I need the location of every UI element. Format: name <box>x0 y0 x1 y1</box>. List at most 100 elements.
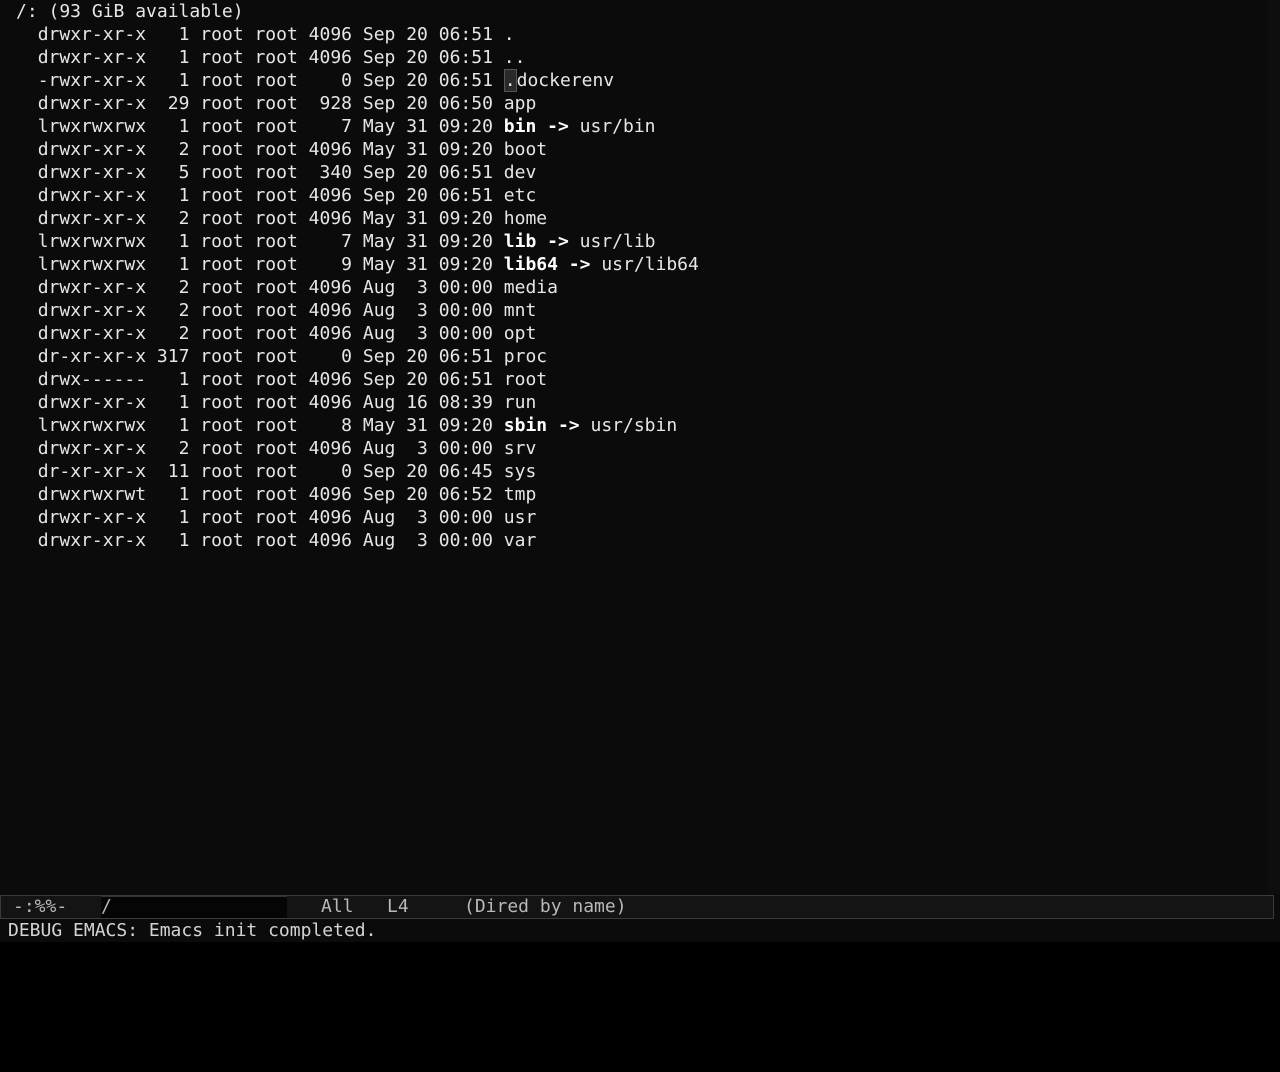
entry-size: 4096 <box>308 24 353 45</box>
entry-date: Sep 20 06:50 <box>362 93 493 114</box>
dired-entry[interactable]: lrwxrwxrwx 1 root root 9 May 31 09:20 li… <box>16 253 699 276</box>
entry-filename[interactable]: usr <box>504 507 537 528</box>
entry-filename[interactable]: .. <box>504 47 526 68</box>
entry-date: Aug 3 00:00 <box>362 300 493 321</box>
entry-filename[interactable]: tmp <box>504 484 537 505</box>
entry-filename[interactable]: .dockerenv <box>503 69 614 92</box>
entry-owner: root <box>200 139 244 160</box>
entry-date: Sep 20 06:51 <box>362 47 493 68</box>
entry-link-count: 1 <box>156 70 190 91</box>
entry-filename[interactable]: var <box>504 530 537 551</box>
entry-owner: root <box>200 530 244 551</box>
dired-entry[interactable]: drwx------ 1 root root 4096 Sep 20 06:51… <box>16 368 547 391</box>
dired-entry[interactable]: drwxr-xr-x 29 root root 928 Sep 20 06:50… <box>16 92 537 115</box>
entry-filename[interactable]: . <box>504 24 515 45</box>
frame-bottom-edge <box>0 942 1280 960</box>
entry-filename[interactable]: lib <box>504 231 537 252</box>
entry-filename[interactable]: proc <box>504 346 547 367</box>
entry-date: Aug 3 00:00 <box>362 277 493 298</box>
entry-filename[interactable]: etc <box>504 185 537 206</box>
dired-entry[interactable]: -rwxr-xr-x 1 root root 0 Sep 20 06:51 .d… <box>16 69 614 92</box>
entry-filename[interactable]: boot <box>504 139 547 160</box>
entry-size: 4096 <box>308 484 353 505</box>
symlink-arrow: -> <box>547 415 591 436</box>
entry-date: May 31 09:20 <box>362 116 493 137</box>
dired-entry[interactable]: drwxr-xr-x 2 root root 4096 Aug 3 00:00 … <box>16 299 537 322</box>
mode-line-buffer-segment[interactable] <box>101 896 287 918</box>
entry-size: 4096 <box>308 530 353 551</box>
entry-permissions: lrwxrwxrwx <box>37 254 147 275</box>
symlink-target: usr/lib <box>579 231 656 252</box>
entry-permissions: drwxr-xr-x <box>37 185 147 206</box>
entry-filename[interactable]: media <box>504 277 558 298</box>
entry-link-count: 29 <box>156 93 190 114</box>
entry-group: root <box>254 415 298 436</box>
dired-entry[interactable]: drwxr-xr-x 2 root root 4096 Aug 3 00:00 … <box>16 437 537 460</box>
entry-filename[interactable]: mnt <box>504 300 537 321</box>
dired-buffer[interactable]: /: (93 GiB available) drwxr-xr-x 1 root … <box>8 0 1268 894</box>
entry-owner: root <box>200 70 244 91</box>
dired-entry[interactable]: drwxr-xr-x 1 root root 4096 Aug 3 00:00 … <box>16 506 537 529</box>
entry-owner: root <box>200 346 244 367</box>
entry-filename[interactable]: run <box>504 392 537 413</box>
dired-entry[interactable]: dr-xr-xr-x 11 root root 0 Sep 20 06:45 s… <box>16 460 537 483</box>
entry-filename[interactable]: srv <box>504 438 537 459</box>
entry-link-count: 2 <box>156 438 190 459</box>
dired-entry[interactable]: dr-xr-xr-x 317 root root 0 Sep 20 06:51 … <box>16 345 547 368</box>
dired-entry[interactable]: drwxr-xr-x 2 root root 4096 May 31 09:20… <box>16 207 547 230</box>
entry-size: 0 <box>308 70 353 91</box>
entry-filename[interactable]: sbin <box>504 415 547 436</box>
entry-filename[interactable]: bin <box>504 116 537 137</box>
entry-size: 4096 <box>308 369 353 390</box>
entry-date: Aug 16 08:39 <box>362 392 493 413</box>
mode-line-major-mode[interactable]: (Dired by name) <box>464 896 627 918</box>
mode-line-status: -:%%- <box>13 896 68 917</box>
dired-entry[interactable]: lrwxrwxrwx 1 root root 8 May 31 09:20 sb… <box>16 414 678 437</box>
entry-link-count: 2 <box>156 323 190 344</box>
mode-line-buffer-name[interactable]: / <box>101 896 112 918</box>
dired-entry[interactable]: drwxr-xr-x 1 root root 4096 Aug 3 00:00 … <box>16 529 537 552</box>
entry-permissions: -rwxr-xr-x <box>37 70 147 91</box>
entry-owner: root <box>200 507 244 528</box>
dired-entry[interactable]: drwxr-xr-x 2 root root 4096 May 31 09:20… <box>16 138 547 161</box>
entry-permissions: drwxr-xr-x <box>37 530 147 551</box>
dired-entry[interactable]: drwxr-xr-x 2 root root 4096 Aug 3 00:00 … <box>16 322 537 345</box>
entry-filename[interactable]: lib64 <box>504 254 558 275</box>
dired-entry[interactable]: drwxrwxrwt 1 root root 4096 Sep 20 06:52… <box>16 483 537 506</box>
dired-entry[interactable]: drwxr-xr-x 1 root root 4096 Sep 20 06:51… <box>16 23 515 46</box>
entry-group: root <box>254 70 298 91</box>
emacs-frame: /: (93 GiB available) drwxr-xr-x 1 root … <box>0 0 1280 960</box>
entry-link-count: 1 <box>156 507 190 528</box>
dired-entry[interactable]: drwxr-xr-x 2 root root 4096 Aug 3 00:00 … <box>16 276 558 299</box>
entry-permissions: drwxr-xr-x <box>37 139 147 160</box>
dired-entry[interactable]: drwxr-xr-x 1 root root 4096 Sep 20 06:51… <box>16 184 537 207</box>
symlink-target: usr/lib64 <box>601 254 699 275</box>
entry-link-count: 1 <box>156 392 190 413</box>
dired-entry[interactable]: lrwxrwxrwx 1 root root 7 May 31 09:20 li… <box>16 230 656 253</box>
dired-entry[interactable]: drwxr-xr-x 5 root root 340 Sep 20 06:51 … <box>16 161 537 184</box>
right-fringe <box>1268 0 1280 894</box>
entry-permissions: drwxr-xr-x <box>37 162 147 183</box>
entry-date: Aug 3 00:00 <box>362 323 493 344</box>
entry-owner: root <box>200 369 244 390</box>
entry-permissions: drwxr-xr-x <box>37 24 147 45</box>
dired-entry[interactable]: drwxr-xr-x 1 root root 4096 Sep 20 06:51… <box>16 46 526 69</box>
entry-filename[interactable]: sys <box>504 461 537 482</box>
echo-area-message: DEBUG EMACS: Emacs init completed. <box>8 920 377 941</box>
entry-link-count: 2 <box>156 139 190 160</box>
entry-group: root <box>254 346 298 367</box>
entry-filename[interactable]: dev <box>504 162 537 183</box>
entry-date: Sep 20 06:51 <box>362 346 493 367</box>
symlink-arrow: -> <box>536 116 580 137</box>
entry-filename[interactable]: opt <box>504 323 537 344</box>
entry-filename[interactable]: home <box>504 208 547 229</box>
entry-link-count: 5 <box>156 162 190 183</box>
entry-filename[interactable]: app <box>504 93 537 114</box>
entry-group: root <box>254 254 298 275</box>
symlink-target: usr/sbin <box>590 415 678 436</box>
dired-entry[interactable]: drwxr-xr-x 1 root root 4096 Aug 16 08:39… <box>16 391 537 414</box>
entry-link-count: 1 <box>156 484 190 505</box>
dired-entry[interactable]: lrwxrwxrwx 1 root root 7 May 31 09:20 bi… <box>16 115 656 138</box>
entry-link-count: 1 <box>156 185 190 206</box>
entry-filename[interactable]: root <box>504 369 547 390</box>
